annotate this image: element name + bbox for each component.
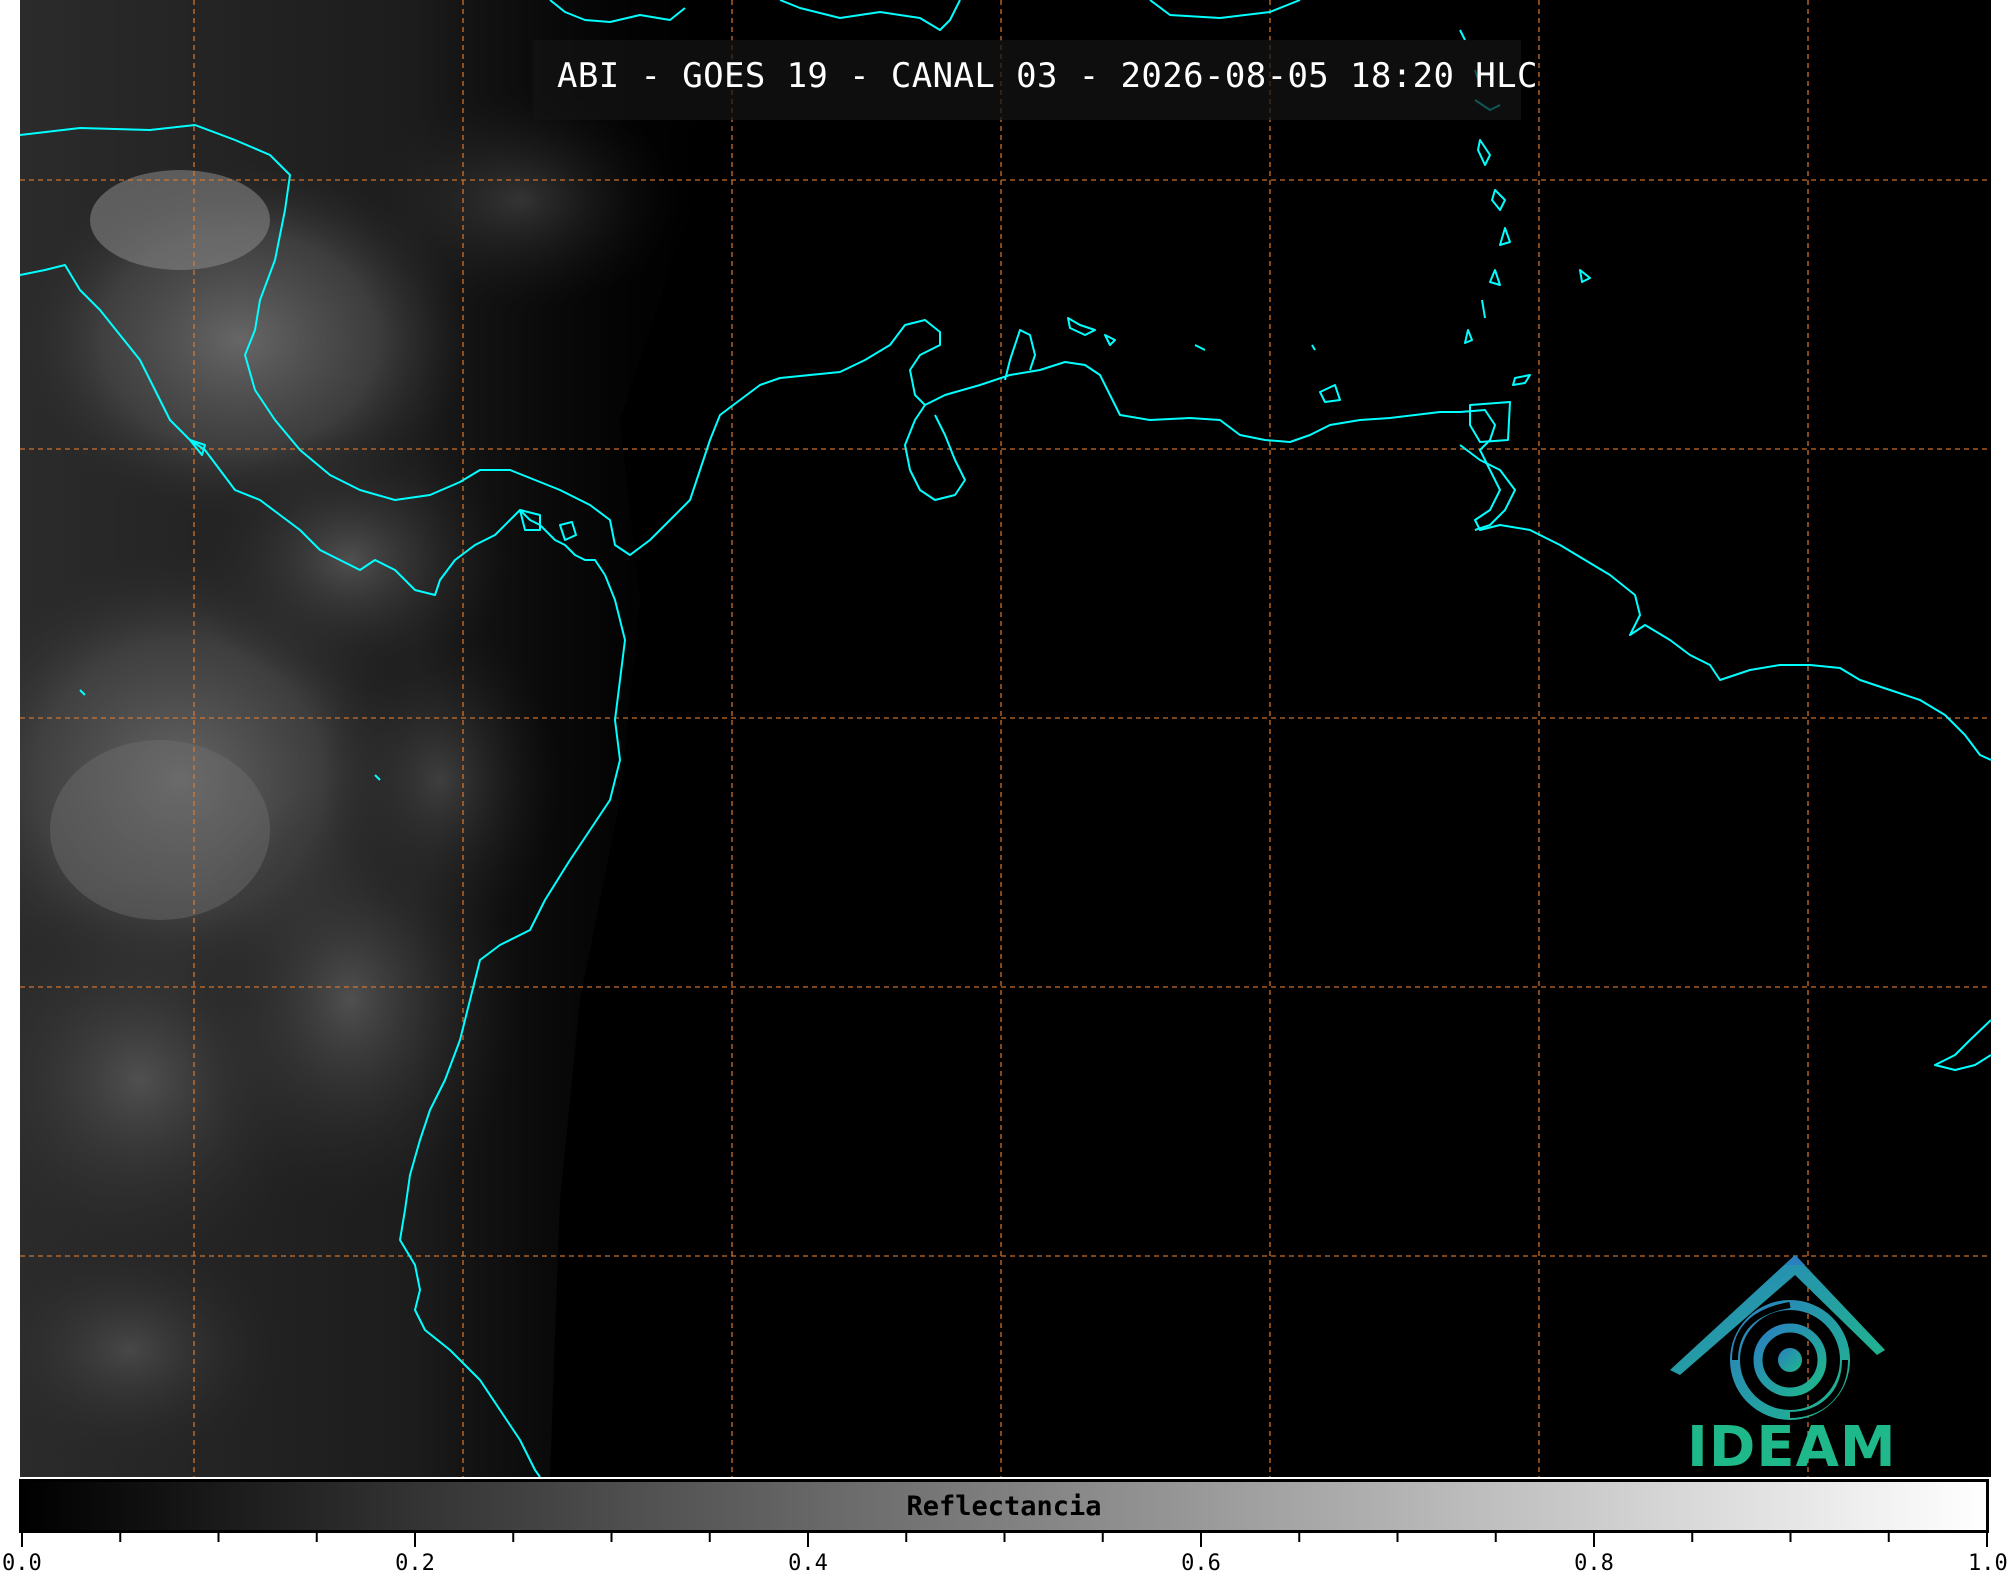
colorbar-label: Reflectancia [906, 1491, 1102, 1522]
ideam-logo-text: IDEAM [1687, 1415, 1897, 1480]
tick-label: 0.4 [788, 1551, 828, 1576]
map-title: ABI - GOES 19 - CANAL 03 - 2026-08-05 18… [557, 56, 1538, 96]
tick-label: 0.2 [395, 1551, 435, 1576]
tick-label: 0.0 [2, 1551, 42, 1576]
tick-label: 1.0 [1968, 1551, 2008, 1576]
tick-label: 0.8 [1574, 1551, 1614, 1576]
tick-label: 0.6 [1181, 1551, 1221, 1576]
colorbar-ticks [21, 1533, 1988, 1547]
